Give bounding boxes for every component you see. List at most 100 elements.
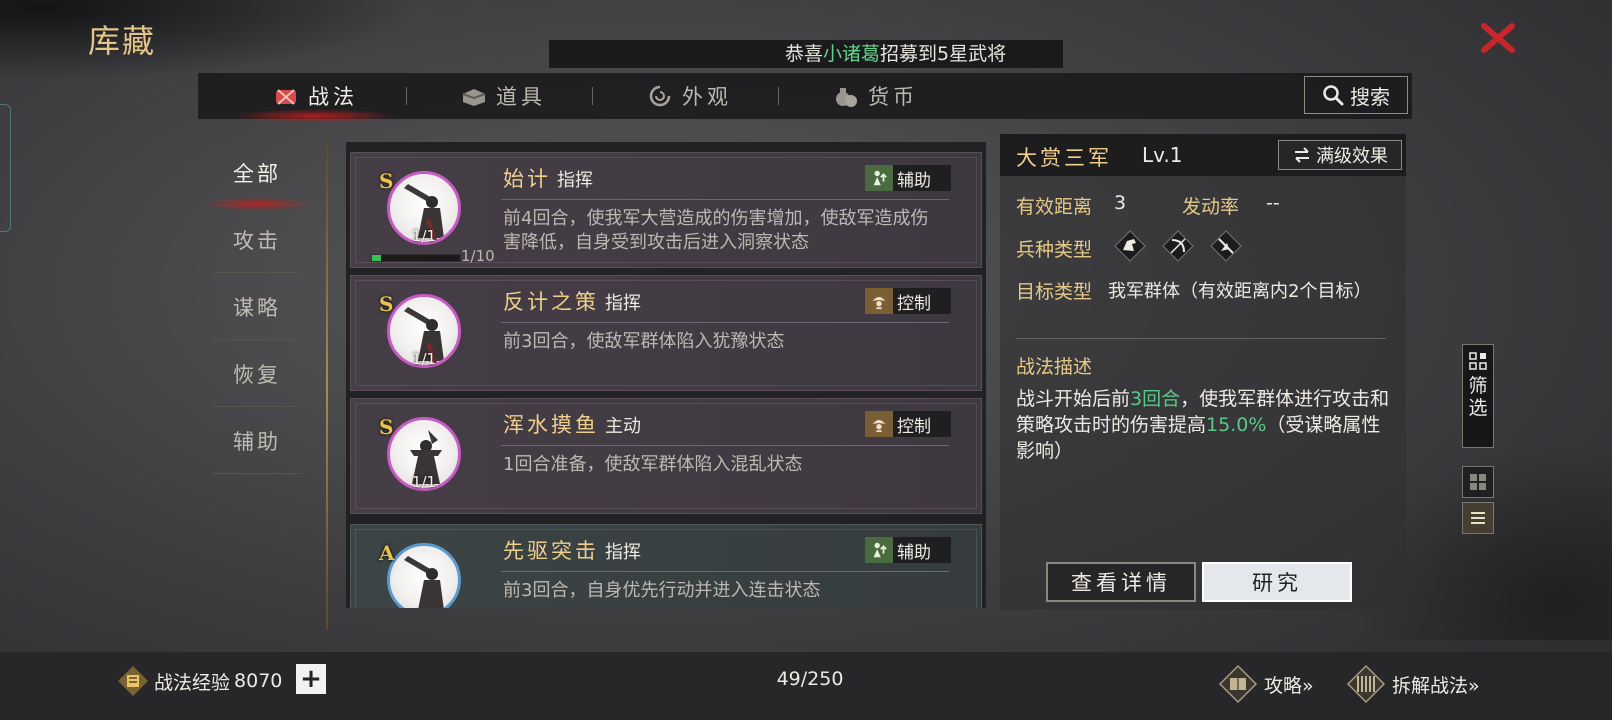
category-attack[interactable]: 攻击 (212, 207, 302, 273)
progress-bar (371, 254, 461, 262)
tactic-type: 指挥 (605, 542, 641, 563)
category-label: 全部 (233, 161, 281, 186)
ink-decoration (0, 0, 420, 80)
category-recovery[interactable]: 恢复 (212, 341, 302, 407)
max-effect-button[interactable]: 满级效果 (1278, 140, 1402, 170)
tactic-type: 主动 (605, 416, 641, 437)
search-label: 搜索 (1350, 84, 1390, 109)
filter-button[interactable]: 筛 选 (1462, 344, 1494, 448)
tab-divider (592, 87, 593, 105)
tactic-card[interactable]: S 1/1 浑水摸鱼 主动 控制 1回合准备，使敌军群体陷入混乱状态 (350, 398, 982, 514)
tactics-list[interactable]: ▲ S 1/1 1/10 始计指挥 辅助 前4回合，使我军大营造成的伤害增加，使… (346, 142, 986, 608)
money-bag-icon (836, 88, 857, 107)
rate-value: -- (1266, 192, 1280, 214)
tactic-type: 指挥 (557, 170, 593, 191)
tab-divider (778, 87, 779, 105)
tactic-full-description: 战斗开始后前3回合，使我军群体进行攻击和策略攻击时的伤害提高15.0%（受谋略属… (1016, 386, 1396, 464)
troop-type-label: 兵种类型 (1016, 239, 1093, 261)
detail-level: Lv.1 (1142, 143, 1183, 167)
filter-label: 选 (1468, 397, 1488, 419)
tactic-name: 反计之策 指挥 (503, 286, 641, 316)
card-divider (501, 445, 949, 446)
close-button[interactable] (1478, 18, 1518, 58)
tactic-tag: 辅助 (865, 165, 951, 191)
tab-bar: 战法 道具 外观 货币 (198, 73, 1412, 123)
tab-items[interactable]: 道具 (460, 73, 546, 119)
tactic-avatar (387, 543, 461, 608)
research-button[interactable]: 研究 (1202, 562, 1352, 602)
close-icon (1481, 23, 1515, 53)
desc-text: 战斗开始后前 (1016, 388, 1131, 410)
guide-link[interactable]: 攻略» (1218, 664, 1314, 704)
tactic-name-text: 浑水摸鱼 (503, 413, 599, 437)
category-label: 恢复 (233, 362, 281, 387)
support-tag-icon (865, 165, 893, 191)
list-view-icon (1471, 512, 1485, 524)
tab-label: 货币 (868, 85, 918, 109)
notice-prefix: 恭喜 (785, 43, 824, 65)
tactic-description: 前3回合，自身优先行动并进入连击状态 (503, 580, 821, 601)
search-button[interactable]: 搜索 (1304, 76, 1408, 114)
control-tag-icon (865, 411, 893, 437)
disassemble-link[interactable]: 拆解战法» (1346, 664, 1480, 704)
tactic-card[interactable]: S 1/1 反计之策 指挥 控制 前3回合，使敌军群体陷入犹豫状态 (350, 275, 982, 391)
tactic-card[interactable]: A 先驱突击 指挥 辅助 前3回合，自身优先行动并进入连击状态 (350, 524, 982, 608)
tab-label: 外观 (682, 85, 732, 109)
view-details-button[interactable]: 查看详情 (1046, 562, 1196, 602)
tactic-name: 先驱突击 指挥 (503, 535, 641, 565)
target-type-value: 我军群体（有效距离内2个目标） (1108, 281, 1372, 302)
swirl-icon (649, 85, 671, 107)
notice-highlight: 小诸葛 (823, 43, 881, 65)
card-divider (501, 199, 949, 200)
tag-label: 控制 (897, 293, 931, 314)
tag-label: 辅助 (897, 170, 931, 191)
list-view-button[interactable] (1462, 502, 1494, 534)
tactic-name-text: 始计 (503, 167, 551, 191)
tab-tactics[interactable]: 战法 (232, 73, 398, 123)
owned-count: 1/1 (411, 350, 437, 368)
grid-view-icon (1470, 474, 1486, 490)
search-icon (1323, 85, 1344, 106)
owned-count: 1/1 (411, 473, 437, 491)
tab-currency[interactable]: 货币 (832, 73, 918, 119)
filter-label: 筛 (1468, 375, 1488, 397)
tactic-name-text: 反计之策 (503, 290, 599, 314)
tactic-card[interactable]: S 1/1 1/10 始计 指挥 辅助 前4回合，使我军大营造成的伤害增加，使敌军… (350, 152, 982, 268)
category-all[interactable]: 全部 (202, 140, 312, 211)
category-strategy[interactable]: 谋略 (212, 274, 302, 340)
recruit-notice: 恭喜小诸葛招募到5星武将 (549, 40, 1063, 68)
tab-appearance[interactable]: 外观 (646, 73, 732, 119)
tactic-tag: 控制 (865, 411, 951, 437)
tactic-exp: 战法经验 8070 (116, 664, 282, 698)
page-title: 库藏 (88, 22, 157, 60)
tactic-type: 指挥 (605, 293, 641, 314)
grade-badge: S (379, 415, 394, 439)
left-edge-handle[interactable] (0, 104, 11, 232)
exp-value: 8070 (234, 670, 283, 692)
rate-label: 发动率 (1182, 196, 1240, 218)
disassemble-scroll-icon (1346, 664, 1386, 704)
grid-view-button[interactable] (1462, 466, 1494, 498)
tactic-description: 1回合准备，使敌军群体陷入混乱状态 (503, 454, 803, 475)
range-label: 有效距离 (1016, 196, 1093, 218)
range-value: 3 (1114, 192, 1127, 214)
tab-label: 战法 (308, 85, 358, 109)
swap-icon (1295, 147, 1309, 163)
card-divider (501, 571, 949, 572)
desc-highlight-percent: 15.0% (1206, 414, 1267, 436)
add-exp-button[interactable]: + (296, 664, 326, 694)
tactic-description: 前3回合，使敌军群体陷入犹豫状态 (503, 331, 785, 352)
detail-tactic-name: 大赏三军 (1016, 146, 1112, 170)
category-support[interactable]: 辅助 (212, 408, 302, 474)
notice-suffix: 招募到5星武将 (880, 43, 1007, 65)
tactic-tag: 辅助 (865, 537, 951, 563)
spear-icon (1210, 230, 1242, 262)
grade-badge: A (379, 541, 395, 565)
tag-label: 控制 (897, 416, 931, 437)
tab-divider (406, 87, 407, 105)
tactic-description: 前4回合，使我军大营造成的伤害增加，使敌军造成伤害降低，自身受到攻击后进入洞察状… (503, 208, 929, 253)
tactic-name: 始计 指挥 (503, 163, 593, 193)
scroll-bundle-icon (276, 89, 296, 105)
card-divider (501, 322, 949, 323)
cavalry-icon (1114, 230, 1146, 262)
